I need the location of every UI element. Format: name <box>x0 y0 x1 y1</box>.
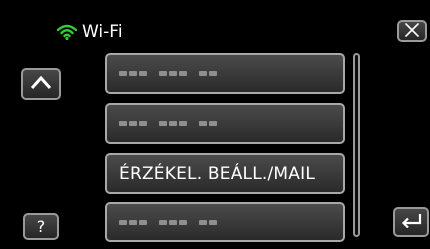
menu-item-masked-2[interactable] <box>105 103 345 144</box>
scroll-up-button[interactable] <box>21 68 61 100</box>
close-icon <box>405 22 419 41</box>
menu-item-masked-1[interactable] <box>105 53 345 94</box>
menu-item-label: ÉRZÉKEL. BEÁLL./MAIL <box>119 163 315 184</box>
masked-text <box>119 219 217 225</box>
title-text: Wi-Fi <box>82 22 123 42</box>
scrollbar[interactable] <box>353 53 360 237</box>
menu-item-sensor-settings-mail[interactable]: ÉRZÉKEL. BEÁLL./MAIL <box>105 153 345 194</box>
masked-text <box>119 121 217 126</box>
wifi-icon <box>57 24 77 40</box>
caret-up-icon <box>30 75 52 94</box>
help-button[interactable]: ? <box>23 213 59 240</box>
masked-text <box>119 71 217 76</box>
back-button[interactable] <box>393 207 429 237</box>
menu-item-masked-4[interactable] <box>105 202 345 242</box>
close-button[interactable] <box>397 20 427 42</box>
help-label: ? <box>36 217 46 236</box>
return-arrow-icon <box>400 212 422 232</box>
screen-title: Wi-Fi <box>57 20 123 44</box>
